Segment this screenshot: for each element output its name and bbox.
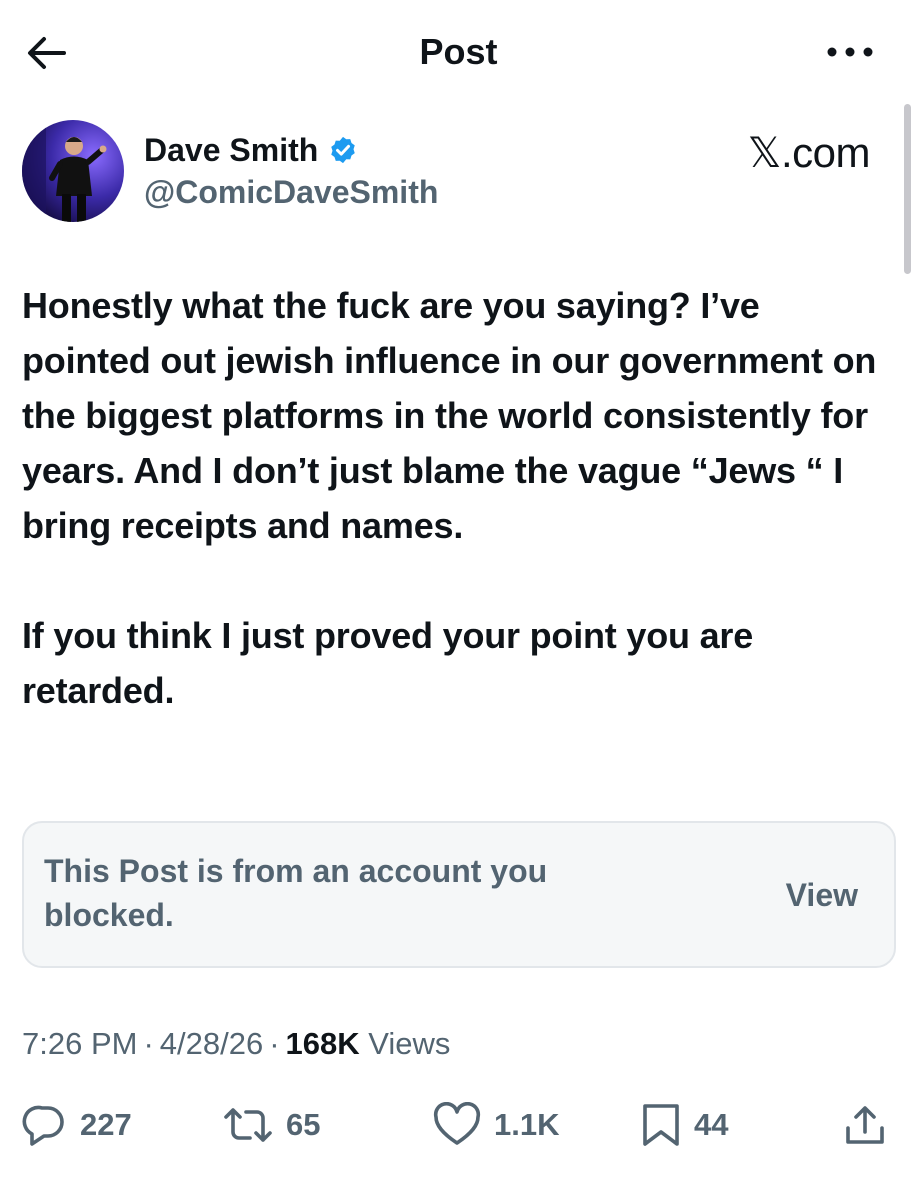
x-logo-icon: 𝕏 bbox=[747, 129, 782, 176]
share-icon bbox=[846, 1106, 884, 1144]
view-button[interactable]: View bbox=[786, 873, 858, 917]
repost-icon bbox=[224, 1108, 272, 1142]
share-button[interactable] bbox=[843, 1095, 887, 1155]
reply-button[interactable]: 227 bbox=[22, 1095, 132, 1155]
display-name[interactable]: Dave Smith bbox=[144, 130, 318, 170]
verified-badge-icon bbox=[331, 136, 356, 164]
blocked-notice-text: This Post is from an account you blocked… bbox=[44, 853, 548, 933]
watermark-suffix: .com bbox=[780, 129, 871, 176]
page-title: Post bbox=[419, 31, 498, 72]
views-count[interactable]: 168K bbox=[286, 1026, 360, 1061]
more-horizontal-icon bbox=[827, 47, 873, 57]
bookmark-button[interactable]: 44 bbox=[640, 1095, 728, 1155]
post-metadata: 7:26 PM · 4/28/26 · 168K Views bbox=[22, 1022, 450, 1066]
like-button[interactable]: 1.1K bbox=[432, 1095, 559, 1155]
action-bar: 227 65 1.1K 44 bbox=[0, 1095, 917, 1155]
like-count: 1.1K bbox=[494, 1107, 560, 1142]
repost-count: 65 bbox=[286, 1107, 321, 1142]
author-row: Dave Smith @ComicDaveSmith 𝕏.com bbox=[22, 120, 902, 230]
avatar[interactable] bbox=[22, 120, 124, 222]
top-bar: Post bbox=[0, 0, 917, 104]
views-label[interactable]: Views bbox=[368, 1026, 450, 1061]
post-text: Honestly what the fuck are you saying? I… bbox=[22, 278, 882, 718]
avatar-image bbox=[22, 120, 124, 222]
heart-icon bbox=[433, 1102, 481, 1145]
meta-separator: · bbox=[269, 1026, 280, 1061]
scrollbar[interactable] bbox=[904, 104, 911, 274]
meta-separator: · bbox=[143, 1026, 154, 1061]
repost-button[interactable]: 65 bbox=[222, 1095, 320, 1155]
post-paragraph: If you think I just proved your point yo… bbox=[22, 615, 754, 711]
post-time: 7:26 PM bbox=[22, 1026, 138, 1061]
blocked-quote-card: This Post is from an account you blocked… bbox=[22, 821, 896, 968]
more-button[interactable] bbox=[818, 32, 882, 72]
reply-count: 227 bbox=[80, 1107, 132, 1142]
post-paragraph: Honestly what the fuck are you saying? I… bbox=[22, 285, 877, 546]
bookmark-count: 44 bbox=[694, 1107, 729, 1142]
reply-icon bbox=[22, 1105, 64, 1146]
bookmark-icon bbox=[643, 1104, 679, 1146]
display-name-row: Dave Smith bbox=[144, 130, 358, 170]
user-handle[interactable]: @ComicDaveSmith bbox=[144, 172, 438, 212]
x-com-watermark: 𝕏.com bbox=[747, 128, 871, 178]
post-date: 4/28/26 bbox=[159, 1026, 264, 1061]
